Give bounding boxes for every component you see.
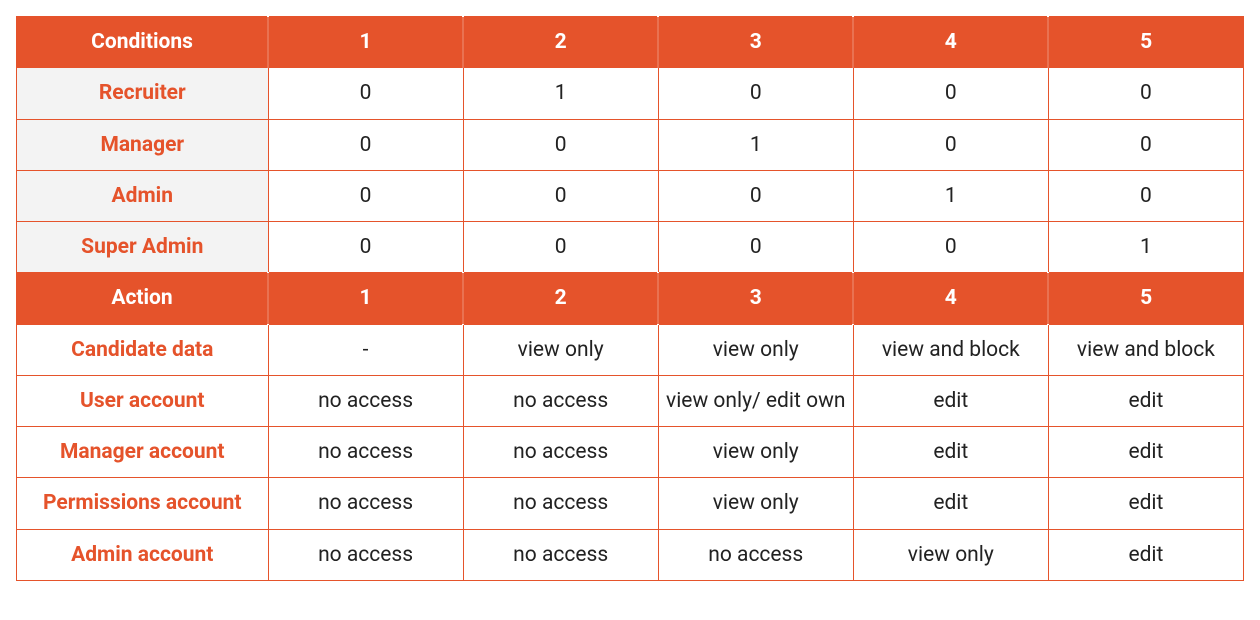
- row-label-super-admin: Super Admin: [17, 222, 269, 273]
- cell: 1: [1048, 222, 1243, 273]
- col-header: 2: [463, 273, 658, 324]
- cell: 0: [853, 119, 1048, 170]
- cell: 0: [853, 68, 1048, 119]
- col-header: 1: [268, 17, 463, 68]
- cell: edit: [1048, 478, 1243, 529]
- action-header-label: Action: [17, 273, 269, 324]
- col-header: 1: [268, 273, 463, 324]
- table-row: Admin account no access no access no acc…: [17, 529, 1244, 580]
- table-row: Manager account no access no access view…: [17, 427, 1244, 478]
- table-row: Candidate data - view only view only vie…: [17, 324, 1244, 375]
- cell: 0: [463, 119, 658, 170]
- cell: 0: [1048, 170, 1243, 221]
- decision-table: Conditions 1 2 3 4 5 Recruiter 0 1 0 0 0…: [16, 16, 1244, 581]
- cell: no access: [463, 427, 658, 478]
- col-header: 2: [463, 17, 658, 68]
- row-label-user-account: User account: [17, 375, 269, 426]
- row-label-manager: Manager: [17, 119, 269, 170]
- cell: no access: [268, 478, 463, 529]
- cell: edit: [1048, 427, 1243, 478]
- cell: view only: [463, 324, 658, 375]
- cell: view only/ edit own: [658, 375, 853, 426]
- cell: 0: [1048, 119, 1243, 170]
- cell: no access: [463, 478, 658, 529]
- table-row: Super Admin 0 0 0 0 1: [17, 222, 1244, 273]
- table-row: Permissions account no access no access …: [17, 478, 1244, 529]
- col-header: 4: [853, 273, 1048, 324]
- cell: 0: [268, 222, 463, 273]
- row-label-manager-account: Manager account: [17, 427, 269, 478]
- row-label-permissions-account: Permissions account: [17, 478, 269, 529]
- cell: view only: [658, 324, 853, 375]
- row-label-admin-account: Admin account: [17, 529, 269, 580]
- cell: 0: [1048, 68, 1243, 119]
- action-header-row: Action 1 2 3 4 5: [17, 273, 1244, 324]
- cell: view only: [853, 529, 1048, 580]
- cell: no access: [658, 529, 853, 580]
- col-header: 5: [1048, 273, 1243, 324]
- cell: edit: [853, 427, 1048, 478]
- cell: 0: [268, 119, 463, 170]
- cell: 1: [658, 119, 853, 170]
- col-header: 5: [1048, 17, 1243, 68]
- cell: edit: [853, 478, 1048, 529]
- cell: view and block: [1048, 324, 1243, 375]
- cell: 0: [268, 68, 463, 119]
- cell: 0: [463, 222, 658, 273]
- table-row: Recruiter 0 1 0 0 0: [17, 68, 1244, 119]
- cell: no access: [268, 427, 463, 478]
- cell: 0: [268, 170, 463, 221]
- col-header: 3: [658, 17, 853, 68]
- cell: 1: [463, 68, 658, 119]
- conditions-header-row: Conditions 1 2 3 4 5: [17, 17, 1244, 68]
- table-row: Admin 0 0 0 1 0: [17, 170, 1244, 221]
- cell: 1: [853, 170, 1048, 221]
- cell: 0: [658, 222, 853, 273]
- conditions-header-label: Conditions: [17, 17, 269, 68]
- row-label-recruiter: Recruiter: [17, 68, 269, 119]
- row-label-admin: Admin: [17, 170, 269, 221]
- table-row: User account no access no access view on…: [17, 375, 1244, 426]
- cell: edit: [1048, 375, 1243, 426]
- cell: no access: [268, 375, 463, 426]
- cell: edit: [853, 375, 1048, 426]
- cell: 0: [853, 222, 1048, 273]
- cell: view and block: [853, 324, 1048, 375]
- cell: no access: [463, 529, 658, 580]
- col-header: 3: [658, 273, 853, 324]
- cell: view only: [658, 427, 853, 478]
- cell: 0: [463, 170, 658, 221]
- cell: -: [268, 324, 463, 375]
- cell: 0: [658, 68, 853, 119]
- cell: 0: [658, 170, 853, 221]
- cell: edit: [1048, 529, 1243, 580]
- cell: no access: [463, 375, 658, 426]
- cell: no access: [268, 529, 463, 580]
- table-row: Manager 0 0 1 0 0: [17, 119, 1244, 170]
- col-header: 4: [853, 17, 1048, 68]
- cell: view only: [658, 478, 853, 529]
- row-label-candidate-data: Candidate data: [17, 324, 269, 375]
